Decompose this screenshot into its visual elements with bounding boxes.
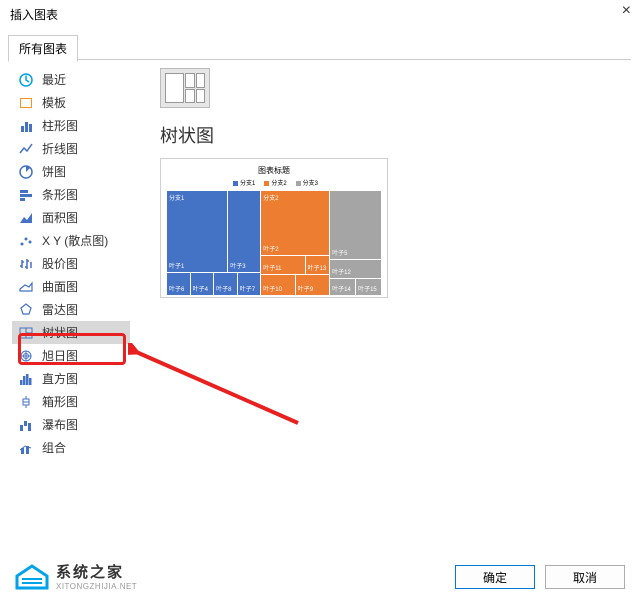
histogram-icon xyxy=(18,371,34,387)
radar-icon xyxy=(18,302,34,318)
cancel-button[interactable]: 取消 xyxy=(545,565,625,589)
treemap-cell: 叶子11 xyxy=(261,256,304,274)
chart-preview-pane: 树状图 图表标题 分支1分支2分支3 分支1叶子1 叶子3 叶子6 叶子4 叶子… xyxy=(130,68,627,530)
sidebar-item-scatter[interactable]: X Y (散点图) xyxy=(12,229,130,252)
column-icon xyxy=(18,118,34,134)
sidebar-item-label: 股价图 xyxy=(42,255,78,272)
treemap-cell: 叶子15 xyxy=(356,279,381,295)
dialog-titlebar: 插入图表 × xyxy=(0,0,639,28)
treemap-cell: 分支2叶子2 xyxy=(261,191,329,255)
sidebar-item-label: 旭日图 xyxy=(42,347,78,364)
line-icon xyxy=(18,141,34,157)
treemap-cell: 叶子13 xyxy=(306,256,330,274)
recent-icon xyxy=(18,72,34,88)
sidebar-item-column[interactable]: 柱形图 xyxy=(12,114,130,137)
treemap-cell: 叶子10 xyxy=(261,275,294,295)
sidebar-item-box[interactable]: 箱形图 xyxy=(12,390,130,413)
waterfall-icon xyxy=(18,417,34,433)
sidebar-item-label: 模板 xyxy=(42,94,66,111)
treemap-cell: 叶子7 xyxy=(238,273,261,295)
treemap-cell: 叶子14 xyxy=(330,279,355,295)
ok-button[interactable]: 确定 xyxy=(455,565,535,589)
sidebar-item-label: 树状图 xyxy=(42,324,78,341)
sidebar-item-line[interactable]: 折线图 xyxy=(12,137,130,160)
template-icon xyxy=(18,95,34,111)
bar-icon xyxy=(18,187,34,203)
pie-icon xyxy=(18,164,34,180)
sidebar-item-bar[interactable]: 条形图 xyxy=(12,183,130,206)
sidebar-item-label: 直方图 xyxy=(42,370,78,387)
surface-icon xyxy=(18,279,34,295)
watermark-url: XITONGZHIJIA.NET xyxy=(56,582,137,591)
sidebar-item-label: 柱形图 xyxy=(42,117,78,134)
chart-type-heading: 树状图 xyxy=(160,122,627,148)
treemap-cell: 叶子12 xyxy=(330,260,381,278)
chart-title: 图表标题 xyxy=(167,165,381,176)
chart-type-sidebar: 最近模板柱形图折线图饼图条形图面积图 X Y (散点图) 股价图曲面图雷达图树状图旭… xyxy=(12,68,130,530)
treemap-cell: 叶子4 xyxy=(191,273,214,295)
watermark: 系统之家 XITONGZHIJIA.NET xyxy=(14,561,137,591)
sidebar-item-sunburst[interactable]: 旭日图 xyxy=(12,344,130,367)
sidebar-item-radar[interactable]: 雷达图 xyxy=(12,298,130,321)
sidebar-item-label: 折线图 xyxy=(42,140,78,157)
sidebar-item-template[interactable]: 模板 xyxy=(12,91,130,114)
sidebar-item-area[interactable]: 面积图 xyxy=(12,206,130,229)
dialog-footer: 确定 取消 xyxy=(455,565,625,589)
sidebar-item-waterfall[interactable]: 瀑布图 xyxy=(12,413,130,436)
area-icon xyxy=(18,210,34,226)
treemap-cell: 叶子3 xyxy=(228,191,260,272)
treemap-cell: 叶子5 xyxy=(330,191,381,259)
sidebar-item-label: 面积图 xyxy=(42,209,78,226)
sidebar-item-label: 最近 xyxy=(42,71,66,88)
close-icon[interactable]: × xyxy=(622,2,631,20)
chart-subtype-thumb[interactable] xyxy=(160,68,210,108)
scatter-icon xyxy=(18,233,34,249)
treemap-cell: 叶子8 xyxy=(214,273,237,295)
sidebar-item-stock[interactable]: 股价图 xyxy=(12,252,130,275)
sidebar-item-label: 组合 xyxy=(42,439,66,456)
watermark-logo xyxy=(14,562,50,590)
treemap-icon xyxy=(18,325,34,341)
stock-icon xyxy=(18,256,34,272)
treemap-cell: 分支1叶子1 xyxy=(167,191,227,272)
tab-strip: 所有图表 xyxy=(8,34,631,60)
watermark-text: 系统之家 xyxy=(56,561,137,582)
sidebar-item-label: X Y (散点图) xyxy=(42,232,108,249)
chart-sample-preview[interactable]: 图表标题 分支1分支2分支3 分支1叶子1 叶子3 叶子6 叶子4 叶子8 叶子… xyxy=(160,158,388,298)
sidebar-item-recent[interactable]: 最近 xyxy=(12,68,130,91)
sidebar-item-label: 箱形图 xyxy=(42,393,78,410)
sunburst-icon xyxy=(18,348,34,364)
sidebar-item-label: 饼图 xyxy=(42,163,66,180)
treemap-body: 分支1叶子1 叶子3 叶子6 叶子4 叶子8 叶子7 分支2叶子2 叶子11 叶… xyxy=(167,191,381,295)
treemap-cell: 叶子6 xyxy=(167,273,190,295)
sidebar-item-pie[interactable]: 饼图 xyxy=(12,160,130,183)
sidebar-item-treemap[interactable]: 树状图 xyxy=(12,321,130,344)
sidebar-item-label: 条形图 xyxy=(42,186,78,203)
sidebar-item-label: 曲面图 xyxy=(42,278,78,295)
sidebar-item-surface[interactable]: 曲面图 xyxy=(12,275,130,298)
combo-icon xyxy=(18,440,34,456)
sidebar-item-combo[interactable]: 组合 xyxy=(12,436,130,459)
treemap-cell: 叶子9 xyxy=(296,275,329,295)
sidebar-item-histogram[interactable]: 直方图 xyxy=(12,367,130,390)
tab-all-charts[interactable]: 所有图表 xyxy=(8,35,78,62)
sidebar-item-label: 瀑布图 xyxy=(42,416,78,433)
chart-legend: 分支1分支2分支3 xyxy=(167,178,381,187)
box-icon xyxy=(18,394,34,410)
sidebar-item-label: 雷达图 xyxy=(42,301,78,318)
dialog-title: 插入图表 xyxy=(10,6,58,23)
